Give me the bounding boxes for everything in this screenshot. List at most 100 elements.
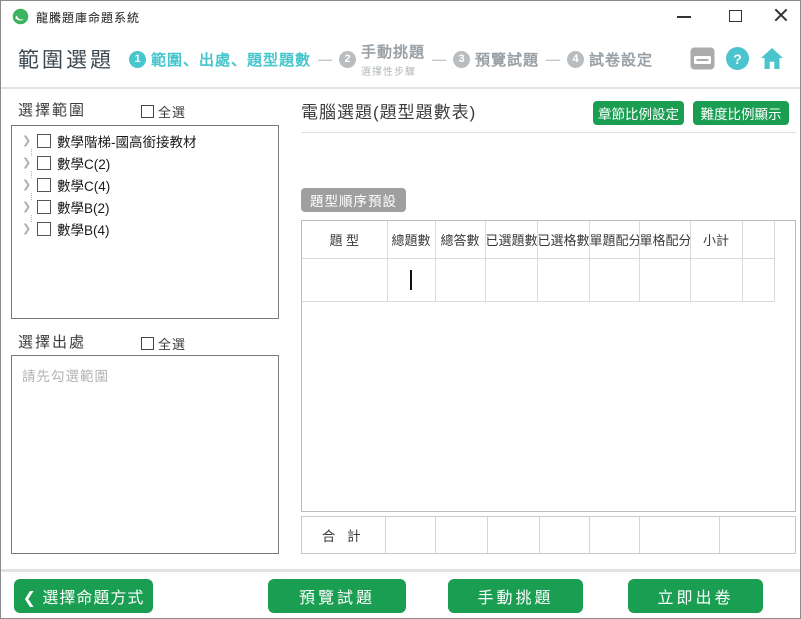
step-2-manual: 2 手動挑題 選擇性步驟 (339, 41, 425, 78)
back-button-label: 選擇命題方式 (42, 590, 144, 607)
page-title: 範圍選題 (18, 44, 114, 74)
step-4-number: 4 (567, 51, 584, 68)
window-title: 龍騰題庫命題系統 (36, 9, 140, 26)
tree-item-label[interactable]: 數學階梯-國高銜接教材 (57, 131, 197, 151)
cell-empty (742, 258, 774, 301)
source-list: 請先勾選範圍 (11, 355, 279, 554)
tree-item-label[interactable]: 數學C(2) (57, 153, 110, 173)
col-question-type: 題 型 (302, 221, 387, 258)
tree-item-checkbox[interactable] (37, 178, 51, 192)
col-points-per-question: 單題配分 (589, 221, 639, 258)
step-3-preview: 3 預覽試題 (453, 49, 539, 70)
step-separator: — (318, 51, 332, 67)
cell-question-type[interactable] (302, 258, 387, 301)
minimize-icon[interactable] (677, 16, 691, 18)
question-type-table: 題 型 總題數 總答數 已選題數 已選格數 單題配分 單格配分 小計 (301, 220, 796, 512)
generate-exam-button[interactable]: 立即出卷 (628, 579, 763, 613)
source-select-all-checkbox[interactable] (141, 337, 154, 350)
app-logo-icon (12, 8, 29, 25)
back-to-mode-button[interactable]: ❮ 選擇命題方式 (14, 579, 153, 613)
cell-total-answers[interactable] (435, 258, 485, 301)
source-section-title: 選擇出處 (18, 331, 86, 352)
tree-item-checkbox[interactable] (37, 200, 51, 214)
col-selected-blanks: 已選格數 (537, 221, 589, 258)
tree-item-checkbox[interactable] (37, 134, 51, 148)
panel-divider (301, 132, 796, 133)
close-icon[interactable] (771, 5, 791, 25)
total-cell (487, 517, 539, 553)
step-1-number: 1 (129, 51, 146, 68)
range-tree: ❯ 數學階梯-國高銜接教材 ❯ 數學C(2) ❯ 數學C(4) ❯ 數學B(2)… (11, 125, 279, 319)
step-2-label: 手動挑題 (361, 41, 425, 62)
range-section-title: 選擇範圍 (18, 99, 86, 120)
tree-item-checkbox[interactable] (37, 156, 51, 170)
tree-item-label[interactable]: 數學C(4) (57, 175, 110, 195)
range-select-all[interactable]: 全選 (141, 102, 186, 121)
expand-arrow-icon[interactable]: ❯ (22, 201, 35, 214)
expand-arrow-icon[interactable]: ❯ (22, 179, 35, 192)
expand-arrow-icon[interactable]: ❯ (22, 135, 35, 148)
total-label: 合 計 (302, 517, 385, 553)
help-icon[interactable]: ? (726, 47, 749, 70)
maximize-icon[interactable] (729, 10, 742, 22)
footer-divider (1, 569, 800, 572)
cell-selected-questions[interactable] (485, 258, 537, 301)
save-icon[interactable] (690, 47, 715, 70)
difficulty-ratio-button[interactable]: 難度比例顯示 (693, 101, 789, 125)
cell-points-per-blank[interactable] (639, 258, 690, 301)
step-4-label: 試卷設定 (589, 49, 653, 70)
cell-subtotal[interactable] (690, 258, 742, 301)
source-select-all[interactable]: 全選 (141, 334, 186, 353)
total-cell (639, 517, 719, 553)
range-select-all-label: 全選 (158, 102, 186, 121)
source-section-header: 選擇出處 全選 (11, 331, 279, 353)
total-cell (589, 517, 639, 553)
step-3-number: 3 (453, 51, 470, 68)
tree-item-math-ladder[interactable]: ❯ 數學階梯-國高銜接教材 (12, 130, 278, 152)
tree-item-label[interactable]: 數學B(2) (57, 197, 110, 217)
total-cell (435, 517, 487, 553)
total-cell (385, 517, 435, 553)
step-4-settings: 4 試卷設定 (567, 49, 653, 70)
step-1-label: 範圍、出處、題型題數 (151, 49, 311, 70)
table-header-row: 題 型 總題數 總答數 已選題數 已選格數 單題配分 單格配分 小計 (302, 221, 774, 258)
step-3-label: 預覽試題 (475, 49, 539, 70)
source-placeholder-text: 請先勾選範圍 (22, 365, 109, 385)
manual-pick-button[interactable]: 手動挑題 (448, 579, 583, 613)
header-divider (1, 87, 800, 89)
tree-item-math-c4[interactable]: ❯ 數學C(4) (12, 174, 278, 196)
step-separator: — (546, 51, 560, 67)
expand-arrow-icon[interactable]: ❯ (22, 223, 35, 236)
col-empty (742, 221, 774, 258)
tree-item-label[interactable]: 數學B(4) (57, 219, 110, 239)
step-2-number: 2 (339, 51, 356, 68)
step-separator: — (432, 51, 446, 67)
cell-selected-blanks[interactable] (537, 258, 589, 301)
chapter-ratio-button[interactable]: 章節比例設定 (593, 101, 684, 125)
tree-item-math-c2[interactable]: ❯ 數學C(2) (12, 152, 278, 174)
source-select-all-label: 全選 (158, 334, 186, 353)
cell-total-questions[interactable] (387, 258, 435, 301)
app-window: 龍騰題庫命題系統 範圍選題 1 範圍、出處、題型題數 — 2 手動挑題 選擇性步… (0, 0, 801, 619)
type-order-preset-button[interactable]: 題型順序預設 (301, 188, 406, 212)
col-subtotal: 小計 (690, 221, 742, 258)
cell-points-per-question[interactable] (589, 258, 639, 301)
panel-title: 電腦選題(題型題數表) (301, 98, 476, 123)
tree-item-checkbox[interactable] (37, 222, 51, 236)
preview-questions-button[interactable]: 預覽試題 (268, 579, 406, 613)
computer-selection-panel: 電腦選題(題型題數表) 章節比例設定 難度比例顯示 題型順序預設 題 型 總題數… (301, 91, 796, 561)
tree-item-math-b2[interactable]: ❯ 數學B(2) (12, 196, 278, 218)
step-2-sublabel: 選擇性步驟 (361, 63, 425, 78)
expand-arrow-icon[interactable]: ❯ (22, 157, 35, 170)
range-section-header: 選擇範圍 全選 (11, 99, 279, 121)
step-1-range: 1 範圍、出處、題型題數 (129, 49, 311, 70)
range-select-all-checkbox[interactable] (141, 105, 154, 118)
col-selected-questions: 已選題數 (485, 221, 537, 258)
total-cell (719, 517, 795, 553)
home-icon[interactable] (760, 47, 784, 70)
table-body-row (302, 258, 774, 301)
col-total-answers: 總答數 (435, 221, 485, 258)
tree-item-math-b4[interactable]: ❯ 數學B(4) (12, 218, 278, 240)
header-toolbar: ? (690, 47, 784, 70)
back-arrow-icon: ❮ (23, 590, 37, 607)
